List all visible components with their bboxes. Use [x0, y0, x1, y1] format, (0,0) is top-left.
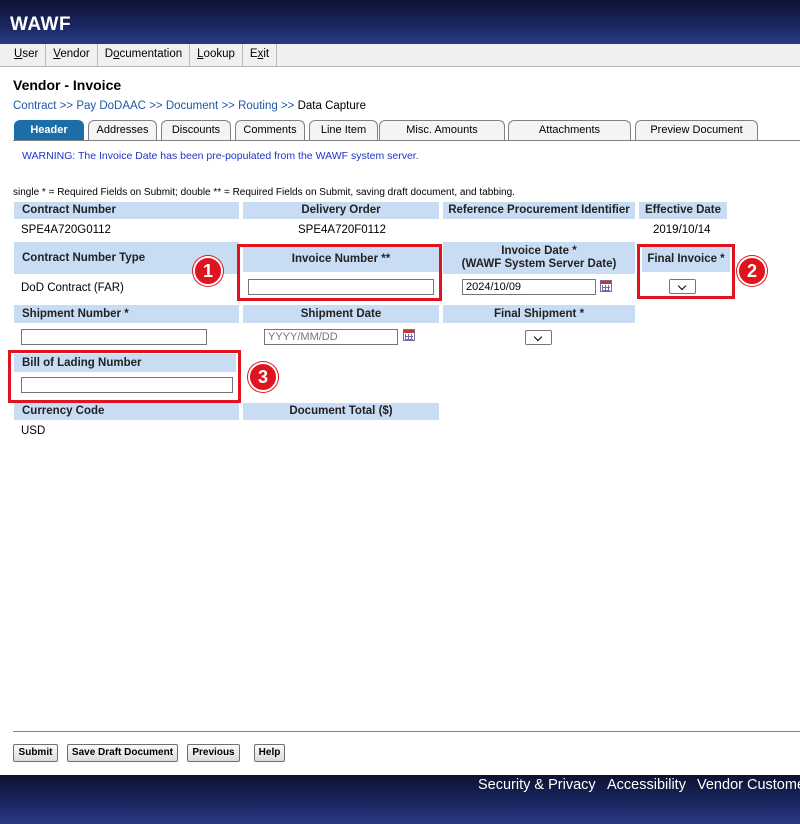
contract-number-type-value: DoD Contract (FAR)	[21, 282, 124, 294]
invoice-date-label: Invoice Date * (WAWF System Server Date)	[443, 242, 635, 274]
effective-date-label: Effective Date	[639, 202, 727, 219]
delivery-order-value: SPE4A720F0112	[298, 224, 387, 236]
previous-button[interactable]: Previous	[187, 744, 240, 762]
shipment-number-input[interactable]	[21, 329, 207, 345]
bottom-divider	[13, 731, 800, 732]
footer-link-vendor-customer[interactable]: Vendor Custome	[697, 777, 800, 793]
tab-preview-document[interactable]: Preview Document	[635, 120, 758, 140]
breadcrumb-separator: >>	[59, 100, 74, 112]
required-fields-note: single * = Required Fields on Submit; do…	[13, 187, 515, 198]
callout-badge-2: 2	[737, 256, 767, 286]
currency-code-label: Currency Code	[14, 403, 239, 420]
wawf-logo: WAWF	[10, 14, 72, 35]
top-banner: WAWF	[0, 0, 800, 44]
warning-message: WARNING: The Invoice Date has been pre-p…	[22, 150, 419, 162]
breadcrumb-contract[interactable]: Contract	[13, 100, 56, 112]
callout-badge-3: 3	[248, 362, 278, 392]
tab-divider	[13, 140, 800, 141]
menu-user[interactable]: User	[0, 44, 47, 66]
contract-number-value: SPE4A720G0112	[21, 224, 111, 236]
tab-comments[interactable]: Comments	[235, 120, 305, 140]
tab-discounts[interactable]: Discounts	[161, 120, 231, 140]
menu-bar: User Vendor Documentation Lookup Exit	[0, 44, 800, 67]
tab-attachments[interactable]: Attachments	[508, 120, 631, 140]
delivery-order-label: Delivery Order	[243, 202, 439, 219]
save-draft-document-button[interactable]: Save Draft Document	[67, 744, 178, 762]
invoice-date-label-line2: (WAWF System Server Date)	[461, 258, 617, 270]
breadcrumb-routing[interactable]: Routing	[238, 100, 278, 112]
shipment-number-label: Shipment Number *	[14, 305, 239, 323]
invoice-date-input[interactable]	[462, 279, 596, 295]
breadcrumb-document[interactable]: Document	[166, 100, 218, 112]
submit-button[interactable]: Submit	[13, 744, 58, 762]
page-title: Vendor - Invoice	[13, 77, 122, 93]
tab-addresses[interactable]: Addresses	[88, 120, 157, 140]
breadcrumb-separator: >>	[280, 100, 295, 112]
final-shipment-label: Final Shipment *	[443, 305, 635, 323]
invoice-date-label-line1: Invoice Date *	[501, 245, 577, 257]
breadcrumb: Contract >> Pay DoDAAC >> Document >> Ro…	[13, 100, 366, 112]
breadcrumb-current: Data Capture	[297, 100, 366, 112]
breadcrumb-separator: >>	[221, 100, 235, 112]
footer-link-accessibility[interactable]: Accessibility	[607, 777, 686, 793]
tab-line-item[interactable]: Line Item	[309, 120, 378, 140]
footer: Security & Privacy Accessibility Vendor …	[0, 775, 800, 824]
menu-lookup[interactable]: Lookup	[190, 44, 243, 66]
bill-of-lading-highlight	[8, 350, 241, 403]
help-button[interactable]: Help	[254, 744, 285, 762]
callout-badge-1: 1	[193, 256, 223, 286]
breadcrumb-separator: >>	[149, 100, 163, 112]
breadcrumb-pay-dodaac[interactable]: Pay DoDAAC	[76, 100, 146, 112]
menu-exit[interactable]: Exit	[243, 44, 278, 66]
tab-misc-amounts[interactable]: Misc. Amounts	[379, 120, 505, 140]
document-total-label: Document Total ($)	[243, 403, 439, 420]
invoice-date-calendar-icon[interactable]	[600, 280, 612, 292]
shipment-date-input[interactable]	[264, 329, 398, 345]
menu-vendor[interactable]: Vendor	[46, 44, 98, 66]
effective-date-value: 2019/10/14	[653, 224, 711, 236]
footer-link-security-privacy[interactable]: Security & Privacy	[478, 777, 596, 793]
menu-documentation[interactable]: Documentation	[98, 44, 191, 66]
reference-procurement-identifier-label: Reference Procurement Identifier	[443, 202, 635, 219]
final-shipment-select[interactable]	[525, 330, 552, 345]
tab-header[interactable]: Header	[14, 120, 84, 140]
shipment-date-label: Shipment Date	[243, 305, 439, 323]
invoice-number-highlight	[237, 244, 442, 301]
shipment-date-calendar-icon[interactable]	[403, 329, 415, 341]
currency-code-value: USD	[21, 425, 46, 437]
final-invoice-highlight	[637, 244, 735, 299]
contract-number-label: Contract Number	[14, 202, 239, 219]
